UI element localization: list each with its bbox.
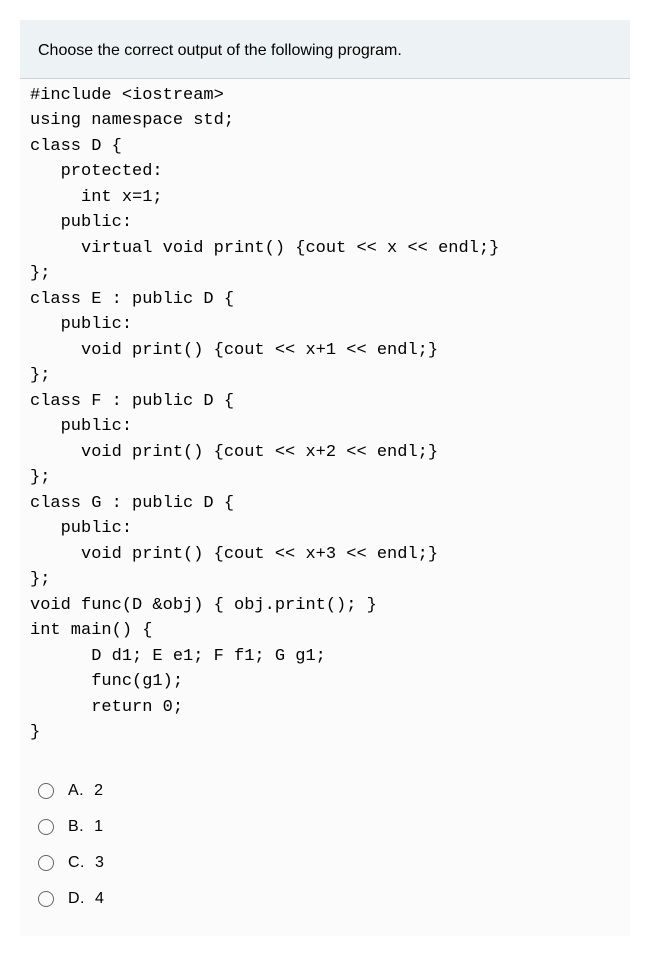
options-list: A. 2 B. 1 C. 3 D. 4 xyxy=(20,764,630,936)
option-a[interactable]: A. 2 xyxy=(38,782,612,800)
option-value: 4 xyxy=(95,890,104,908)
radio-icon xyxy=(38,819,54,835)
option-c[interactable]: C. 3 xyxy=(38,854,612,872)
quiz-container: Choose the correct output of the followi… xyxy=(20,20,630,936)
option-value: 2 xyxy=(94,782,103,800)
option-b[interactable]: B. 1 xyxy=(38,818,612,836)
option-value: 3 xyxy=(95,854,104,872)
radio-icon xyxy=(38,891,54,907)
option-value: 1 xyxy=(94,818,103,836)
code-block: #include <iostream> using namespace std;… xyxy=(20,78,630,764)
radio-icon xyxy=(38,855,54,871)
radio-icon xyxy=(38,783,54,799)
option-d[interactable]: D. 4 xyxy=(38,890,612,908)
option-label: D. xyxy=(68,890,85,908)
option-label: B. xyxy=(68,818,84,836)
option-label: C. xyxy=(68,854,85,872)
question-prompt: Choose the correct output of the followi… xyxy=(20,20,630,78)
option-label: A. xyxy=(68,782,84,800)
